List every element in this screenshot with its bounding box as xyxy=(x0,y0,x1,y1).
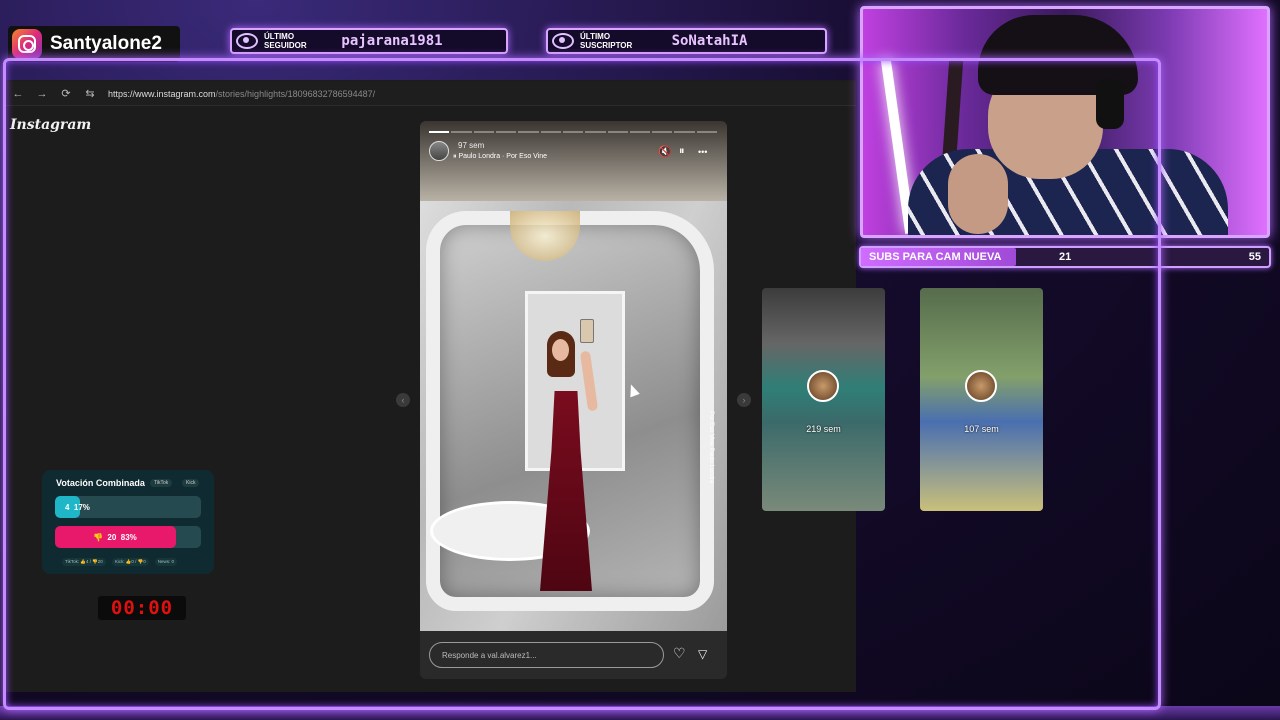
last-follower-label: ÚLTIMO SEGUIDOR xyxy=(264,32,307,50)
subs-goal-target: 55 xyxy=(1248,251,1261,263)
eye-icon xyxy=(552,33,574,49)
last-subscriber-pill: ÚLTIMO SUSCRIPTOR SoNatahIA xyxy=(546,28,827,54)
last-follower-pill: ÚLTIMO SEGUIDOR pajarana1981 xyxy=(230,28,508,54)
eye-icon xyxy=(236,33,258,49)
instagram-icon xyxy=(12,29,42,59)
last-follower-name: pajarana1981 xyxy=(341,33,443,49)
last-subscriber-name: SoNatahIA xyxy=(671,33,748,49)
instagram-handle: Santyalone2 xyxy=(50,33,162,54)
instagram-handle-badge: Santyalone2 xyxy=(8,26,180,62)
neon-frame xyxy=(3,58,1161,710)
last-subscriber-label: ÚLTIMO SUSCRIPTOR xyxy=(580,32,633,50)
